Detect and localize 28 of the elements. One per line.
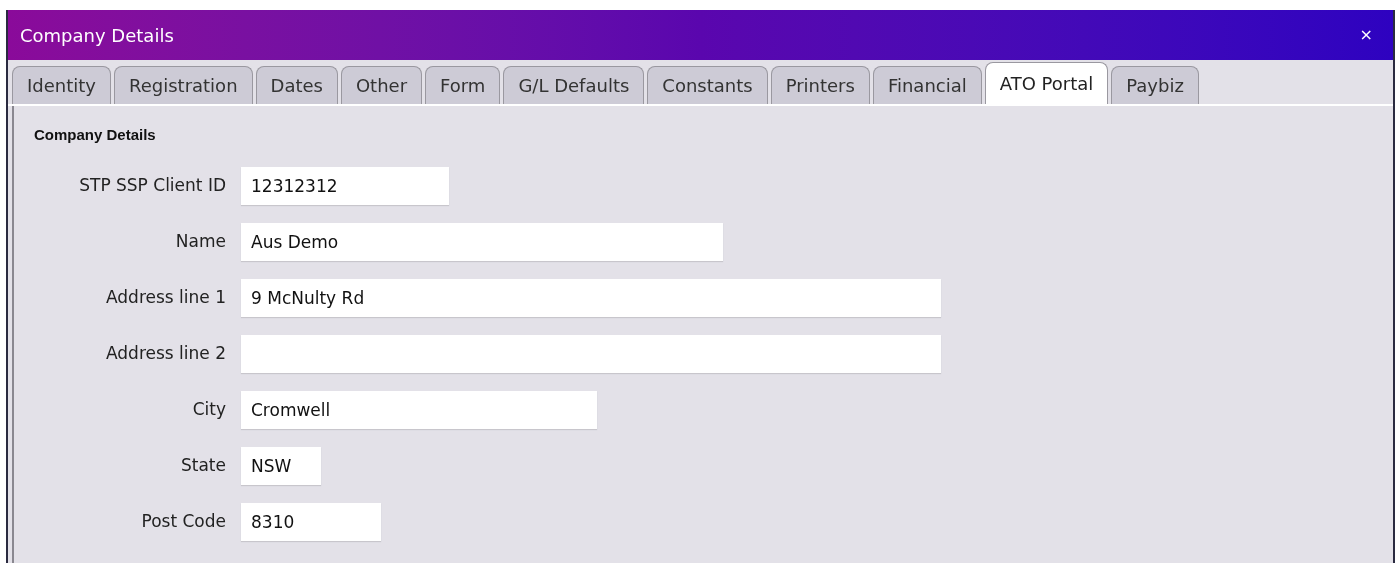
tab[interactable]: G/L Defaults xyxy=(503,66,645,104)
tab[interactable]: Other xyxy=(340,66,423,104)
tab[interactable]: Registration xyxy=(114,66,253,104)
text-field[interactable]: 12312312 xyxy=(241,166,449,205)
text-field[interactable]: Aus Demo xyxy=(241,222,723,261)
tab[interactable]: Identity xyxy=(12,66,111,104)
close-button[interactable]: × xyxy=(1351,23,1381,47)
window-title: Company Details xyxy=(20,23,174,48)
text-field[interactable]: 8310 xyxy=(241,502,381,541)
section-heading: Company Details xyxy=(34,125,157,145)
field-label: Post Code xyxy=(140,509,227,533)
tab[interactable]: Paybiz xyxy=(1111,66,1199,104)
tab[interactable]: Constants xyxy=(647,66,768,104)
text-field[interactable]: NSW xyxy=(241,446,321,485)
field-label: STP SSP Client ID xyxy=(78,173,227,197)
tab[interactable]: Financial xyxy=(872,66,982,104)
tab[interactable]: Dates xyxy=(255,66,338,104)
field-label: Address line 1 xyxy=(105,285,227,309)
tab[interactable]: Form xyxy=(425,66,501,104)
field-label: State xyxy=(180,453,227,477)
field-label: Name xyxy=(174,229,227,253)
text-field[interactable]: 9 McNulty Rd xyxy=(241,278,941,317)
tab[interactable]: Printers xyxy=(770,66,870,104)
field-label: City xyxy=(191,397,227,421)
text-field[interactable] xyxy=(241,334,941,373)
field-label: Address line 2 xyxy=(105,341,227,365)
tab[interactable]: ATO Portal xyxy=(984,62,1109,104)
text-field[interactable]: Cromwell xyxy=(241,390,597,429)
